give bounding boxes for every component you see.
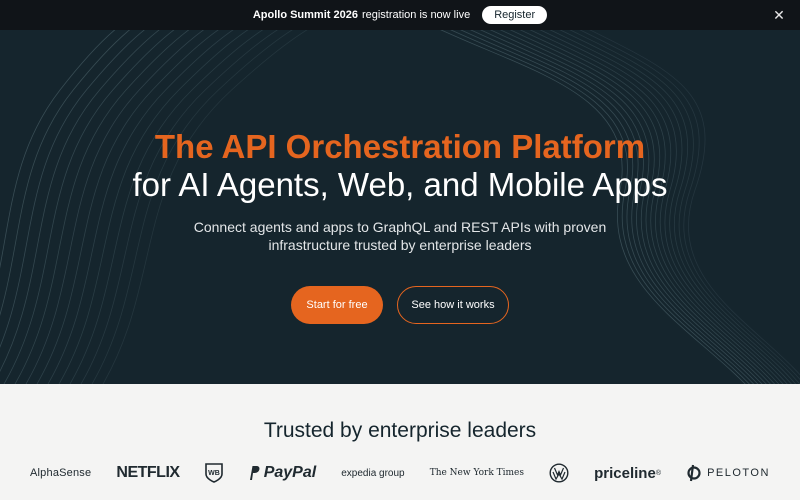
start-for-free-button[interactable]: Start for free <box>291 286 383 324</box>
peloton-logo: PELOTON <box>686 464 770 482</box>
alphasense-logo: AlphaSense <box>30 467 91 479</box>
netflix-logo: NETFLIX <box>116 464 180 482</box>
expedia-group-logo: expedia group <box>341 468 404 479</box>
register-button[interactable]: Register <box>482 6 548 24</box>
svg-text:WB: WB <box>208 470 220 477</box>
expedia-group-logo-text: expedia group <box>341 467 405 479</box>
close-icon[interactable]: ✕ <box>772 8 786 22</box>
hero-title-primary: The API Orchestration Platform <box>154 128 646 165</box>
volkswagen-logo <box>549 463 569 483</box>
paypal-logo-text: PayPal <box>263 464 317 481</box>
trusted-title: Trusted by enterprise leaders <box>263 419 537 442</box>
announcement-bar: Apollo Summit 2026 registration is now l… <box>0 0 800 30</box>
alphasense-logo-text: AlphaSense <box>30 467 92 479</box>
new-york-times-logo-text: The New York Times <box>429 468 524 478</box>
volkswagen-emblem-icon <box>549 463 569 483</box>
priceline-registered-mark: ® <box>655 469 661 477</box>
hero-subtitle: Connect agents and apps to GraphQL and R… <box>193 219 607 253</box>
hero-content: The API Orchestration Platform for AI Ag… <box>0 128 800 254</box>
paypal-logo: PayPal <box>248 464 316 482</box>
peloton-mark-icon <box>687 464 701 482</box>
priceline-logo: priceline ® <box>594 465 661 482</box>
hero-title-secondary: for AI Agents, Web, and Mobile Apps <box>132 166 668 203</box>
peloton-logo-text: PELOTON <box>707 467 770 479</box>
logo-strip: AlphaSense NETFLIX WB PayPal expedia gro… <box>30 462 770 484</box>
warner-bros-shield-icon: WB <box>204 463 223 483</box>
announcement-event: Apollo Summit 2026 <box>252 9 358 21</box>
paypal-mark-icon <box>249 466 260 480</box>
announcement-text: registration is now live <box>361 9 471 21</box>
hero-section: The API Orchestration Platform for AI Ag… <box>0 30 800 384</box>
hero-cta-group: Start for free See how it works <box>0 286 800 324</box>
trusted-section: Trusted by enterprise leaders AlphaSense… <box>0 384 800 500</box>
netflix-logo-text: NETFLIX <box>116 464 180 481</box>
announcement-message: Apollo Summit 2026 registration is now l… <box>253 9 470 21</box>
new-york-times-logo: The New York Times <box>430 468 524 478</box>
warner-bros-logo: WB <box>204 463 223 483</box>
see-how-it-works-button[interactable]: See how it works <box>397 286 509 324</box>
priceline-logo-text: priceline <box>594 464 656 482</box>
